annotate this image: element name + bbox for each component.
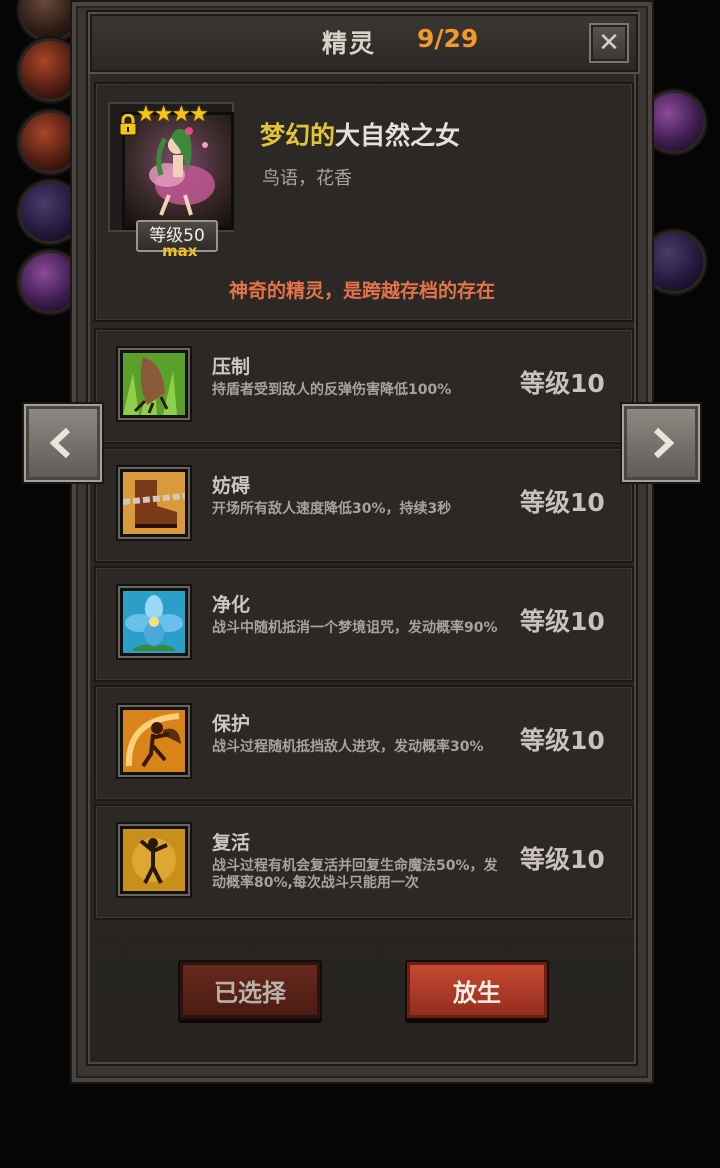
skill-level: 等级10 <box>520 726 605 755</box>
skill-row[interactable]: 保护 战斗过程随机抵挡敌人进攻，发动概率30% 等级10 <box>94 685 634 801</box>
skill-description: 战斗过程有机会复活并回复生命魔法50%，发动概率80%,每次战斗只能用一次 <box>212 858 498 891</box>
sprite-name: 梦幻的大自然之女 <box>260 116 460 152</box>
skill-description: 持盾者受到敌人的反弹伤害降低100% <box>212 382 452 398</box>
skill-row[interactable]: 压制 持盾者受到敌人的反弹伤害降低100% 等级10 <box>94 328 634 444</box>
skill-icon-frame <box>118 348 190 420</box>
close-button[interactable]: ✕ <box>589 23 629 63</box>
skill-description: 战斗过程随机抵挡敌人进攻，发动概率30% <box>212 739 484 755</box>
skill-level: 等级10 <box>520 488 605 517</box>
skill-name: 妨碍 <box>212 475 251 497</box>
skill-description: 开场所有敌人速度降低30%，持续3秒 <box>212 501 452 517</box>
skill-row[interactable]: 妨碍 开场所有敌人速度降低30%，持续3秒 等级10 <box>94 447 634 563</box>
skill-level: 等级10 <box>520 845 605 874</box>
fairy-shield-icon <box>123 710 185 772</box>
skill-icon-frame <box>118 586 190 658</box>
lock-icon <box>119 114 137 136</box>
skill-description: 战斗中随机抵消一个梦境诅咒，发动概率90% <box>212 620 498 636</box>
skill-row[interactable]: 净化 战斗中随机抵消一个梦境诅咒，发动概率90% 等级10 <box>94 566 634 682</box>
selected-button[interactable]: 已选择 <box>178 960 322 1020</box>
fairy-figure-icon <box>149 127 215 216</box>
revive-fairy-icon <box>123 829 185 891</box>
sprite-trait: 鸟语，花香 <box>262 168 352 189</box>
sprite-panel: 精灵 9/29 ✕ ★★★★ 等级50 max 梦幻的大自然之女 鸟语，花香 神… <box>70 0 654 1084</box>
skill-row[interactable]: 复活 战斗过程有机会复活并回复生命魔法50%，发动概率80%,每次战斗只能用一次… <box>94 804 634 920</box>
skill-icon-frame <box>118 467 190 539</box>
skill-name: 复活 <box>212 832 251 854</box>
blue-flower-icon <box>123 591 185 653</box>
sprite-name-main: 大自然之女 <box>335 121 461 150</box>
prev-arrow-button[interactable] <box>24 404 102 482</box>
sprite-description: 神奇的精灵，是跨越存档的存在 <box>228 280 495 302</box>
chevron-left-icon <box>49 427 71 459</box>
skill-name: 净化 <box>212 594 251 616</box>
skill-name: 压制 <box>212 356 251 378</box>
sprite-name-prefix: 梦幻的 <box>260 121 336 150</box>
skill-name: 保护 <box>212 713 251 735</box>
skill-level: 等级10 <box>520 369 605 398</box>
chain-boot-icon <box>123 472 185 534</box>
skill-level: 等级10 <box>520 607 605 636</box>
fairy-portrait[interactable] <box>122 112 234 230</box>
claw-icon <box>123 353 185 415</box>
sprite-count: 9/29 <box>417 24 479 53</box>
window-title: 精灵 <box>322 29 377 58</box>
max-label: max <box>162 242 198 260</box>
skill-icon-frame <box>118 705 190 777</box>
chevron-right-icon <box>653 427 675 459</box>
skill-icon-frame <box>118 824 190 896</box>
star-rating: ★★★★ <box>136 102 209 127</box>
release-button[interactable]: 放生 <box>405 960 549 1020</box>
next-arrow-button[interactable] <box>622 404 700 482</box>
close-icon: ✕ <box>598 28 620 58</box>
